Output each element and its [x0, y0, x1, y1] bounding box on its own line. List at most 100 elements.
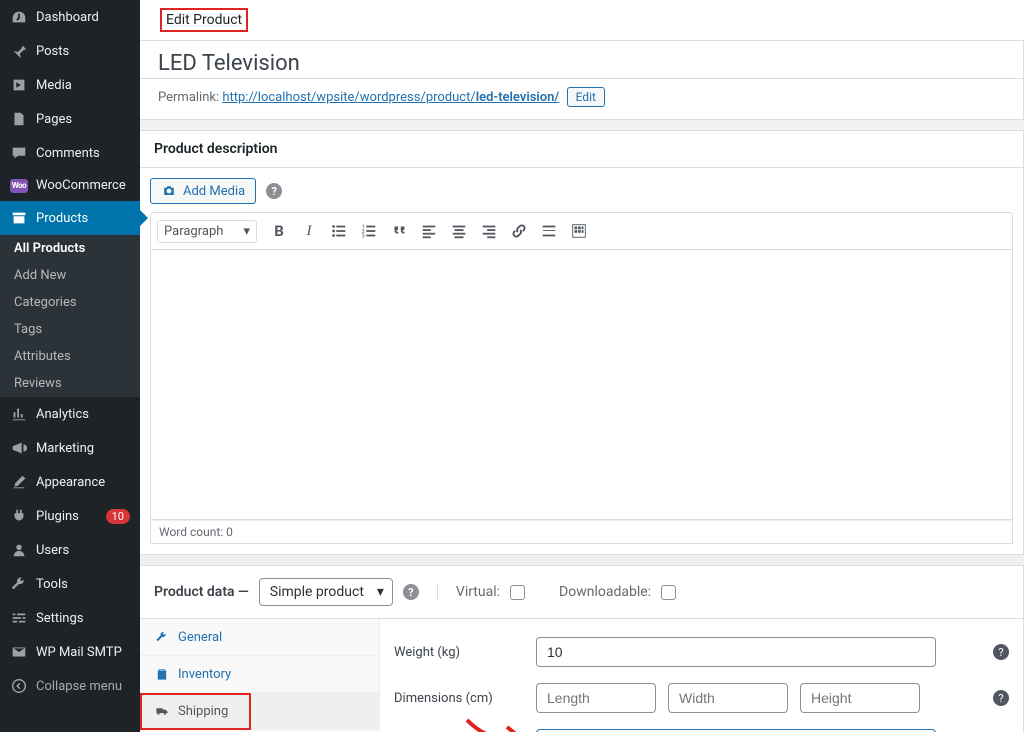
dimensions-label: Dimensions (cm) — [394, 691, 524, 706]
menu-label: Dashboard — [36, 10, 130, 25]
menu-analytics[interactable]: Analytics — [0, 397, 140, 431]
align-left-button[interactable] — [415, 217, 443, 245]
submenu-attributes[interactable]: Attributes — [0, 343, 140, 370]
menu-collapse[interactable]: Collapse menu — [0, 669, 140, 703]
weight-row: Weight (kg) ? — [394, 629, 1009, 675]
menu-posts[interactable]: Posts — [0, 34, 140, 68]
wrench-icon — [154, 629, 170, 645]
menu-plugins[interactable]: Plugins 10 — [0, 499, 140, 533]
add-media-button[interactable]: Add Media — [150, 178, 256, 204]
menu-woocommerce[interactable]: Woo WooCommerce — [0, 170, 140, 201]
menu-label: Products — [36, 211, 130, 226]
editor-toolbar: Paragraph ▾ B I 123 — [150, 212, 1013, 250]
menu-wp-mail-smtp[interactable]: WP Mail SMTP — [0, 635, 140, 669]
help-icon[interactable]: ? — [266, 183, 282, 199]
menu-label: Plugins — [36, 509, 94, 524]
media-toolbar-row: Add Media ? — [140, 168, 1023, 204]
clipboard-icon — [154, 666, 170, 682]
page-title-bar: Edit Product — [140, 0, 1024, 40]
width-input[interactable] — [668, 683, 788, 713]
pages-icon — [10, 110, 28, 128]
permalink-link[interactable]: http://localhost/wpsite/wordpress/produc… — [222, 90, 559, 105]
edit-product-highlight: Edit Product — [160, 8, 248, 32]
submenu-tags[interactable]: Tags — [0, 316, 140, 343]
align-right-button[interactable] — [475, 217, 503, 245]
divider — [437, 583, 438, 601]
add-media-label: Add Media — [183, 184, 245, 199]
archive-icon — [10, 209, 28, 227]
submenu-add-new[interactable]: Add New — [0, 262, 140, 289]
plug-icon — [10, 507, 28, 525]
tab-general[interactable]: General — [140, 619, 379, 656]
bullet-list-button[interactable] — [325, 217, 353, 245]
product-data-panel: Product data — Simple product ▾ ? Virtua… — [140, 565, 1024, 732]
read-more-button[interactable] — [535, 217, 563, 245]
pin-icon — [10, 42, 28, 60]
menu-pages[interactable]: Pages — [0, 102, 140, 136]
products-submenu: All Products Add New Categories Tags Att… — [0, 235, 140, 397]
truck-icon — [154, 703, 170, 719]
menu-label: Pages — [36, 112, 130, 127]
menu-label: WooCommerce — [36, 178, 130, 193]
menu-tools[interactable]: Tools — [0, 567, 140, 601]
height-input[interactable] — [800, 683, 920, 713]
menu-appearance[interactable]: Appearance — [0, 465, 140, 499]
format-select[interactable]: Paragraph ▾ — [157, 220, 257, 243]
panel-header: Product description — [140, 131, 1023, 168]
menu-label: Posts — [36, 44, 130, 59]
virtual-checkbox[interactable] — [510, 585, 525, 600]
shipping-class-row: Shipping class Big Package ▾ ? — [394, 721, 1009, 732]
number-list-button[interactable]: 123 — [355, 217, 383, 245]
megaphone-icon — [10, 439, 28, 457]
main-content: Edit Product LED Television Permalink: h… — [140, 0, 1024, 732]
help-icon[interactable]: ? — [993, 644, 1009, 660]
menu-label: Appearance — [36, 475, 130, 490]
brush-icon — [10, 473, 28, 491]
tab-shipping[interactable]: Shipping — [140, 693, 379, 730]
downloadable-checkbox[interactable] — [661, 585, 676, 600]
submenu-reviews[interactable]: Reviews — [0, 370, 140, 397]
edit-slug-button[interactable]: Edit — [567, 87, 605, 107]
chevron-down-icon: ▾ — [377, 584, 384, 600]
help-icon[interactable]: ? — [993, 690, 1009, 706]
toolbar-toggle-button[interactable] — [565, 217, 593, 245]
menu-label: Analytics — [36, 407, 130, 422]
title-card: LED Television Permalink: http://localho… — [140, 40, 1024, 120]
blockquote-button[interactable] — [385, 217, 413, 245]
submenu-all-products[interactable]: All Products — [0, 235, 140, 262]
menu-label: Marketing — [36, 441, 130, 456]
help-icon[interactable]: ? — [403, 584, 419, 600]
menu-label: Collapse menu — [36, 679, 130, 694]
tab-inventory[interactable]: Inventory — [140, 656, 379, 693]
menu-products[interactable]: Products — [0, 201, 140, 235]
submenu-categories[interactable]: Categories — [0, 289, 140, 316]
menu-users[interactable]: Users — [0, 533, 140, 567]
active-menu-arrow — [140, 210, 148, 226]
weight-input[interactable] — [536, 637, 936, 667]
plugins-update-badge: 10 — [106, 509, 130, 524]
chart-icon — [10, 405, 28, 423]
editor-textarea[interactable] — [150, 250, 1013, 520]
menu-comments[interactable]: Comments — [0, 136, 140, 170]
menu-marketing[interactable]: Marketing — [0, 431, 140, 465]
bold-button[interactable]: B — [265, 217, 293, 245]
menu-media[interactable]: Media — [0, 68, 140, 102]
menu-label: Users — [36, 543, 130, 558]
align-center-button[interactable] — [445, 217, 473, 245]
length-input[interactable] — [536, 683, 656, 713]
product-title-input[interactable]: LED Television — [140, 41, 1023, 79]
downloadable-label: Downloadable: — [559, 584, 651, 600]
menu-settings[interactable]: Settings — [0, 601, 140, 635]
svg-text:3: 3 — [362, 233, 365, 239]
permalink-label: Permalink: — [158, 90, 219, 105]
italic-button[interactable]: I — [295, 217, 323, 245]
product-data-header: Product data — Simple product ▾ ? Virtua… — [140, 566, 1023, 619]
collapse-icon — [10, 677, 28, 695]
menu-dashboard[interactable]: Dashboard — [0, 0, 140, 34]
camera-icon — [161, 183, 177, 199]
link-button[interactable] — [505, 217, 533, 245]
admin-sidebar: Dashboard Posts Media Pages Comments Woo… — [0, 0, 140, 732]
media-icon — [10, 76, 28, 94]
envelope-icon — [10, 643, 28, 661]
product-type-select[interactable]: Simple product ▾ — [259, 578, 393, 606]
